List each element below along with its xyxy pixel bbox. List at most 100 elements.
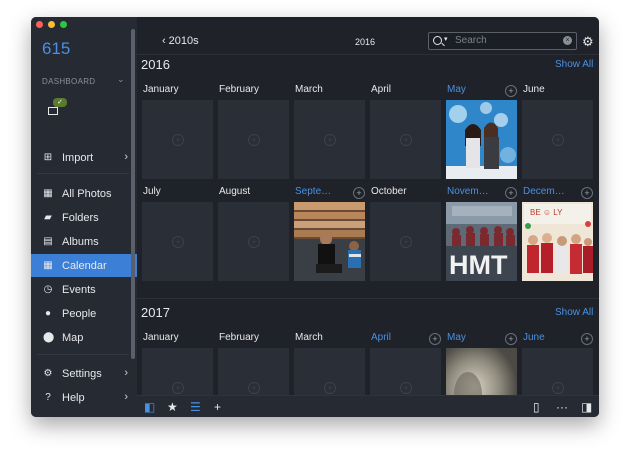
search-icon [433,36,442,45]
month-empty-cell[interactable]: + [218,100,289,179]
add-photo-icon: + [324,382,336,394]
sidebar-scrollbar[interactable] [131,29,135,359]
back-button[interactable]: ‹ 2010s [162,35,199,47]
add-circle-icon[interactable]: + [353,187,365,199]
sidebar-item-help[interactable]: ? Help › [31,386,137,409]
month-empty-cell[interactable]: + [142,202,213,281]
month-label[interactable]: May [447,332,466,343]
month-label[interactable]: Novem… [447,186,489,197]
chevron-left-icon: ‹ [162,35,166,47]
year-heading: 2017 [141,305,170,320]
month-label[interactable]: Septe… [295,186,331,197]
divider [37,354,129,355]
star-icon[interactable]: ★ [167,400,178,414]
sidebar-item-all-photos[interactable]: ▦ All Photos [31,182,137,205]
month-label[interactable]: February [219,332,259,343]
month-label[interactable]: March [295,84,323,95]
bottom-toolbar: ◧ ★ ☰ + ▯ ··· ◨ [137,395,599,417]
month-photo-man-on-stairs[interactable] [294,202,365,281]
month-label[interactable]: February [219,84,259,95]
settings-icon: ⚙ [43,367,53,379]
divider [37,173,129,174]
person-icon: ● [44,307,52,319]
clipboard-icon[interactable]: ▯ [533,400,540,414]
add-circle-icon[interactable]: + [581,333,593,345]
month-label[interactable]: May [447,84,466,95]
add-circle-icon[interactable]: + [505,333,517,345]
month-label[interactable]: April [371,332,391,343]
chevron-right-icon: › [124,367,128,379]
month-label[interactable]: October [371,186,407,197]
toolbar-divider [137,54,599,55]
folder-icon: ▰ [44,211,52,223]
window-controls [36,21,67,28]
add-photo-icon: + [248,382,260,394]
month-label[interactable]: March [295,332,323,343]
sidebar-item-calendar[interactable]: ▦ Calendar [31,254,137,277]
month-label[interactable]: January [143,332,179,343]
add-icon[interactable]: + [214,400,221,414]
sidebar-item-import[interactable]: ⊞ Import › [31,146,137,169]
month-empty-cell[interactable]: + [142,100,213,179]
month-label[interactable]: June [523,332,545,343]
month-empty-cell[interactable]: + [370,100,441,179]
month-label[interactable]: July [143,186,161,197]
sidebar-item-people[interactable]: ● People [31,302,137,325]
photo-count: 615 [42,39,71,58]
chevron-down-icon[interactable]: ⌄ [117,74,125,85]
month-photo-group-hmt-sign[interactable]: HMT [446,202,517,281]
grid-icon: ▦ [43,187,53,199]
zoom-button[interactable] [60,21,67,28]
sidebar-item-albums[interactable]: ▤ Albums [31,230,137,253]
minimize-button[interactable] [48,21,55,28]
add-circle-icon[interactable]: + [429,333,441,345]
filter-icon[interactable]: ☰ [190,400,201,414]
month-photo-group-red-dresses[interactable]: BE ☺ LY [522,202,593,281]
show-all-link[interactable]: Show All [555,59,593,70]
month-label[interactable]: Decem… [523,186,565,197]
gear-icon[interactable]: ⚙ [582,34,594,50]
month-empty-cell[interactable]: + [370,202,441,281]
add-circle-icon[interactable]: + [581,187,593,199]
add-photo-icon: + [172,382,184,394]
month-label[interactable]: June [523,84,545,95]
add-circle-icon[interactable]: + [505,187,517,199]
month-empty-cell[interactable]: + [218,202,289,281]
search-input[interactable] [455,34,555,47]
sidebar-item-label: Help [62,391,85,404]
year-divider [137,298,599,299]
month-photo-two-women-blue-backdrop[interactable] [446,100,517,179]
sidebar-item-events[interactable]: ◷ Events [31,278,137,301]
month-empty-cell[interactable]: + [294,100,365,179]
panel-toggle-icon[interactable]: ◨ [581,400,592,414]
add-circle-icon[interactable]: + [505,85,517,97]
device-item[interactable]: ✓ [48,97,68,117]
sidebar-toggle-icon[interactable]: ◧ [144,400,155,414]
laptop-icon [48,107,58,115]
month-label[interactable]: January [143,84,179,95]
sidebar-item-label: Albums [62,235,99,248]
sidebar-item-label: All Photos [62,187,112,200]
sidebar-item-label: Map [62,331,84,344]
sidebar: 615 DASHBOARD ⌄ ✓ ⊞ Import › ▦ All Photo… [31,17,137,417]
month-label[interactable]: April [371,84,391,95]
check-badge: ✓ [53,98,67,107]
month-empty-cell[interactable]: + [522,100,593,179]
month-label[interactable]: August [219,186,250,197]
photo-sign-text: HMT [449,250,508,280]
sidebar-item-folders[interactable]: ▰ Folders [31,206,137,229]
photo-banner-text: BE ☺ LY [530,208,563,217]
add-photo-icon: + [400,134,412,146]
close-button[interactable] [36,21,43,28]
clear-icon[interactable]: × [563,36,572,45]
sidebar-item-label: Settings [62,367,102,380]
chevron-down-icon[interactable]: ▾ [444,35,448,43]
search-box[interactable]: ▾ × [428,32,577,50]
sidebar-item-settings[interactable]: ⚙ Settings › [31,362,137,385]
add-photo-icon: + [248,236,260,248]
albums-icon: ▤ [43,235,53,247]
sidebar-item-map[interactable]: ⬤ Map [31,326,137,349]
more-icon[interactable]: ··· [556,400,568,414]
sidebar-item-label: Folders [62,211,99,224]
show-all-link[interactable]: Show All [555,307,593,318]
